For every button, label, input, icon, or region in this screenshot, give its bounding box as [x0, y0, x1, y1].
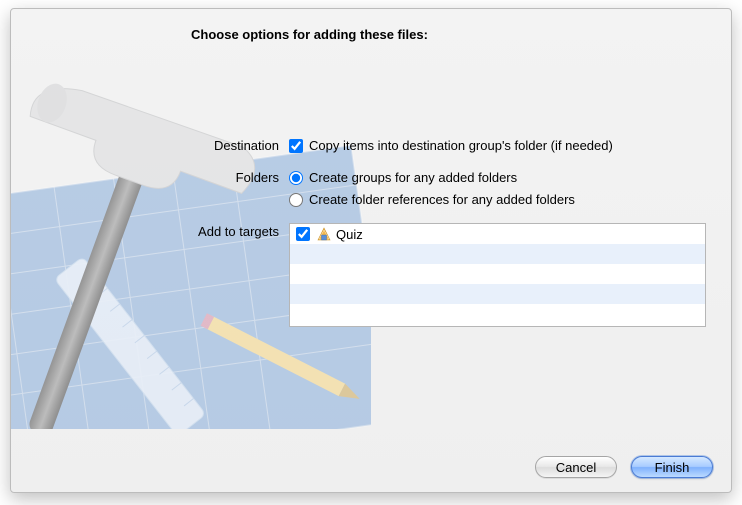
target-row-empty: [290, 304, 705, 324]
target-row-empty: [290, 284, 705, 304]
add-files-options-sheet: PROJECT: APPLICATION.APP: [10, 8, 732, 493]
target-name: Quiz: [336, 227, 363, 242]
target-row[interactable]: Quiz: [290, 224, 705, 244]
target-checkbox[interactable]: [296, 227, 310, 241]
finish-button[interactable]: Finish: [631, 456, 713, 478]
create-groups-text: Create groups for any added folders: [309, 169, 517, 187]
create-refs-option[interactable]: Create folder references for any added f…: [289, 191, 706, 209]
copy-items-checkbox[interactable]: [289, 139, 303, 153]
target-row-empty: [290, 244, 705, 264]
svg-text:PROJECT: APPLICATION.APP: PROJECT: APPLICATION.APP: [11, 426, 205, 429]
create-groups-radio[interactable]: [289, 171, 303, 185]
app-target-icon: [316, 226, 332, 242]
destination-label: Destination: [191, 137, 289, 153]
targets-label: Add to targets: [191, 223, 289, 239]
button-bar: Cancel Finish: [535, 456, 713, 478]
copy-items-text: Copy items into destination group's fold…: [309, 137, 613, 155]
create-refs-text: Create folder references for any added f…: [309, 191, 575, 209]
target-row-empty: [290, 264, 705, 284]
folders-label: Folders: [191, 169, 289, 185]
create-refs-radio[interactable]: [289, 193, 303, 207]
create-groups-option[interactable]: Create groups for any added folders: [289, 169, 706, 187]
targets-list[interactable]: Quiz: [289, 223, 706, 327]
cancel-button[interactable]: Cancel: [535, 456, 617, 478]
copy-items-option[interactable]: Copy items into destination group's fold…: [289, 137, 706, 155]
sheet-title: Choose options for adding these files:: [191, 27, 706, 42]
